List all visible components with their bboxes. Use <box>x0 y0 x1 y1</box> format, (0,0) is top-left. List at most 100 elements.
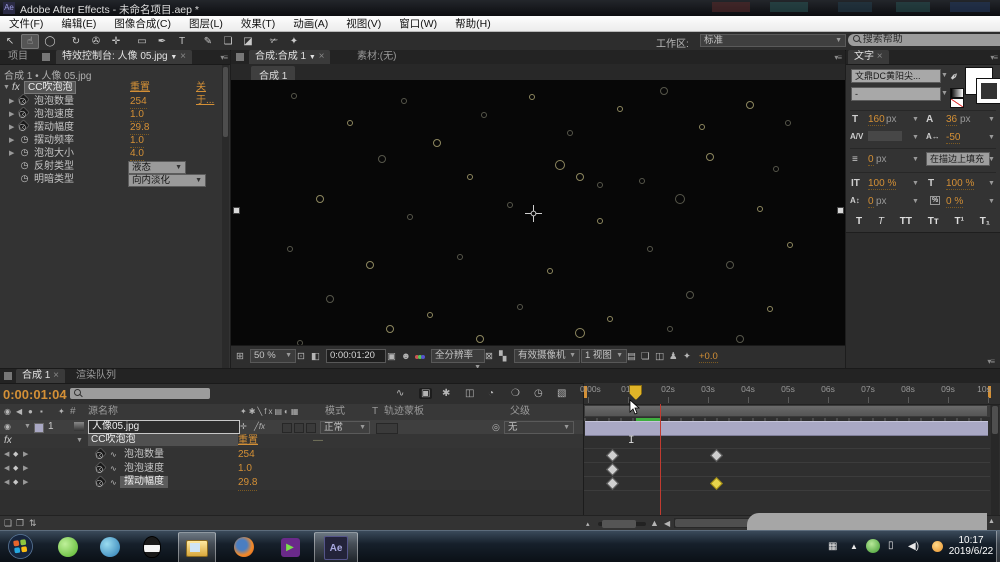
taskbar-firefox[interactable] <box>226 532 262 562</box>
tray-clipboard-icon[interactable]: ▯ <box>888 540 894 551</box>
tsume-value[interactable]: 0 % <box>946 196 964 208</box>
taskbar-potplayer[interactable]: ▶ <box>272 532 308 562</box>
horizontal-scale-value[interactable]: 100 % <box>946 178 975 190</box>
panel-menu-icon[interactable]: ▾≡ <box>990 53 998 62</box>
taskbar-360browser[interactable] <box>50 532 86 562</box>
menu-animation[interactable]: 动画(A) <box>284 16 337 31</box>
prev-keyframe-icon[interactable]: ◀ <box>4 476 9 490</box>
effect-reset-link[interactable]: 重置 <box>130 81 150 94</box>
kerning-value[interactable] <box>868 131 902 141</box>
stroke-width-value[interactable]: 0 <box>868 154 874 166</box>
timeline-button-icon[interactable]: ▤ <box>627 351 636 362</box>
comp-timecode[interactable]: 0:00:01:20 <box>326 349 386 363</box>
menu-view[interactable]: 视图(V) <box>337 16 390 31</box>
layer-handle[interactable] <box>837 207 844 214</box>
param-dropdown[interactable]: 向内淡化 ▼ <box>128 174 206 187</box>
eraser-tool[interactable]: ◪ <box>239 34 257 49</box>
layer-row[interactable]: ◉ ▼ 1 人像05.jpg ✛ ╱fx 正常 ▼ ◎ 无 ▼ <box>0 420 583 434</box>
twirl-down-icon[interactable]: ▼ <box>3 81 10 94</box>
switch-cell[interactable] <box>282 423 292 433</box>
panel-menu-icon[interactable]: ▾≡ <box>220 53 228 62</box>
property-label[interactable]: 泡泡数量 <box>124 448 164 462</box>
eye-icon[interactable]: ◉ <box>4 420 11 434</box>
faux-italic-button[interactable]: T <box>878 216 884 227</box>
menu-edit[interactable]: 编辑(E) <box>52 16 105 31</box>
keyframe[interactable] <box>710 449 723 462</box>
add-keyframe-icon[interactable]: ◆ <box>13 448 18 462</box>
effect-name-chip[interactable]: CC吹泡泡 <box>88 434 238 446</box>
exposure-value[interactable]: +0.0 <box>699 351 718 363</box>
flowchart-button-icon[interactable]: ❏ <box>641 351 650 362</box>
panel-menu-icon[interactable]: ▾≡ <box>834 53 842 62</box>
baseline-shift-value[interactable]: 0 <box>868 196 874 208</box>
pen-tool[interactable]: ✒ <box>153 34 171 49</box>
expand-inout-icon[interactable]: ⇅ <box>29 518 37 529</box>
source-name-header[interactable]: 源名称 <box>88 404 118 420</box>
subscript-button[interactable]: T₁ <box>980 216 990 227</box>
prev-keyframe-icon[interactable]: ◀ <box>4 448 9 462</box>
zoom-out-mountain-icon[interactable]: ▴ <box>586 520 590 528</box>
selection-tool[interactable]: ↖ <box>1 34 19 49</box>
effect-panel-scrollbar[interactable] <box>222 65 229 368</box>
chevron-down-icon[interactable]: ▼ <box>988 198 995 205</box>
twirl-down-icon[interactable]: ▼ <box>76 434 83 448</box>
stroke-style-dropdown[interactable]: 在描边上填充 <box>926 152 990 166</box>
stopwatch-icon[interactable]: ◷ <box>16 93 30 107</box>
keyframe[interactable] <box>606 477 619 490</box>
roto-brush-tool[interactable]: ✃ <box>265 34 283 49</box>
property-label[interactable]: 泡泡速度 <box>124 462 164 476</box>
brainstorm-toggle[interactable]: ❍ <box>511 388 520 399</box>
chevron-down-icon[interactable]: ▼ <box>912 180 919 187</box>
menu-layer[interactable]: 图层(L) <box>180 16 232 31</box>
no-color-swatch[interactable] <box>950 98 964 108</box>
mask-visibility-icon[interactable]: ◧ <box>311 351 320 362</box>
effect-name-chip[interactable]: CC吹泡泡 <box>24 81 77 94</box>
pixel-aspect-icon[interactable]: ◫ <box>655 351 664 362</box>
chevron-down-icon[interactable]: ▼ <box>912 116 919 123</box>
show-snapshot-icon[interactable]: ☻ <box>401 351 411 362</box>
taskbar-qq[interactable] <box>134 532 170 562</box>
stroke-color-swatch[interactable] <box>976 78 1000 104</box>
font-style-dropdown[interactable]: - <box>851 87 941 101</box>
timeline-search-box[interactable] <box>70 388 210 399</box>
layer-handle[interactable] <box>233 207 240 214</box>
keyframe[interactable] <box>606 449 619 462</box>
prev-keyframe-icon[interactable]: ◀ <box>4 462 9 476</box>
tab-footage[interactable]: 素材:(无) <box>351 50 402 64</box>
small-caps-button[interactable]: Tт <box>928 216 939 227</box>
chevron-down-icon[interactable]: ▼ <box>912 156 919 163</box>
chevron-down-icon[interactable]: ▼ <box>941 90 948 97</box>
zoom-in-mountain-icon[interactable]: ▲ <box>650 518 659 528</box>
mode-header[interactable]: 模式 <box>325 404 345 420</box>
stopwatch-icon[interactable]: ◷ <box>93 475 107 489</box>
menu-file[interactable]: 文件(F) <box>0 16 52 31</box>
property-value[interactable]: 1.0 <box>238 462 252 477</box>
scroll-up-icon[interactable]: ▲ <box>988 518 995 525</box>
bw-swatch[interactable] <box>950 88 964 98</box>
layer-name-field[interactable]: 人像05.jpg <box>88 420 240 434</box>
position-switch-icon[interactable]: ✛ <box>240 420 247 434</box>
snapshot-icon[interactable]: ▣ <box>387 351 396 362</box>
add-keyframe-icon[interactable]: ◆ <box>13 476 18 490</box>
hand-tool[interactable]: ☝ <box>21 33 39 49</box>
effect-group-row[interactable]: fx ▼ CC吹泡泡 重置 — <box>0 434 583 448</box>
expand-layer-switches-icon[interactable]: ❏ <box>4 518 12 529</box>
tray-volume-icon[interactable]: ◀) <box>908 541 919 552</box>
param-value[interactable]: 1.0 <box>130 108 144 122</box>
chevron-down-icon[interactable]: ▼ <box>912 198 919 205</box>
param-value[interactable]: 1.0 <box>130 134 144 148</box>
frame-blend-toggle[interactable]: ◫ <box>465 388 474 399</box>
font-size-value[interactable]: 160 <box>868 114 885 126</box>
switch-cell[interactable] <box>306 423 316 433</box>
window-titlebar[interactable]: Ae Adobe After Effects - 未命名项目.aep * <box>0 0 1000 16</box>
motion-blur-toggle[interactable]: ◔ <box>488 388 494 399</box>
shy-toggle[interactable]: ✱ <box>442 388 450 399</box>
taskbar-after-effects[interactable]: Ae <box>314 532 358 562</box>
brush-tool[interactable]: ✎ <box>199 34 217 49</box>
tray-hidden-icons-arrow[interactable]: ▲ <box>850 542 858 551</box>
font-family-dropdown[interactable]: 文鼎DC黄阳尖... <box>851 69 941 83</box>
puppet-pin-tool[interactable]: ✦ <box>285 34 303 49</box>
timeline-zoom-slider[interactable] <box>598 520 646 528</box>
fx-switch-icon[interactable]: ╱fx <box>254 420 265 434</box>
show-desktop-button[interactable] <box>996 531 1000 562</box>
